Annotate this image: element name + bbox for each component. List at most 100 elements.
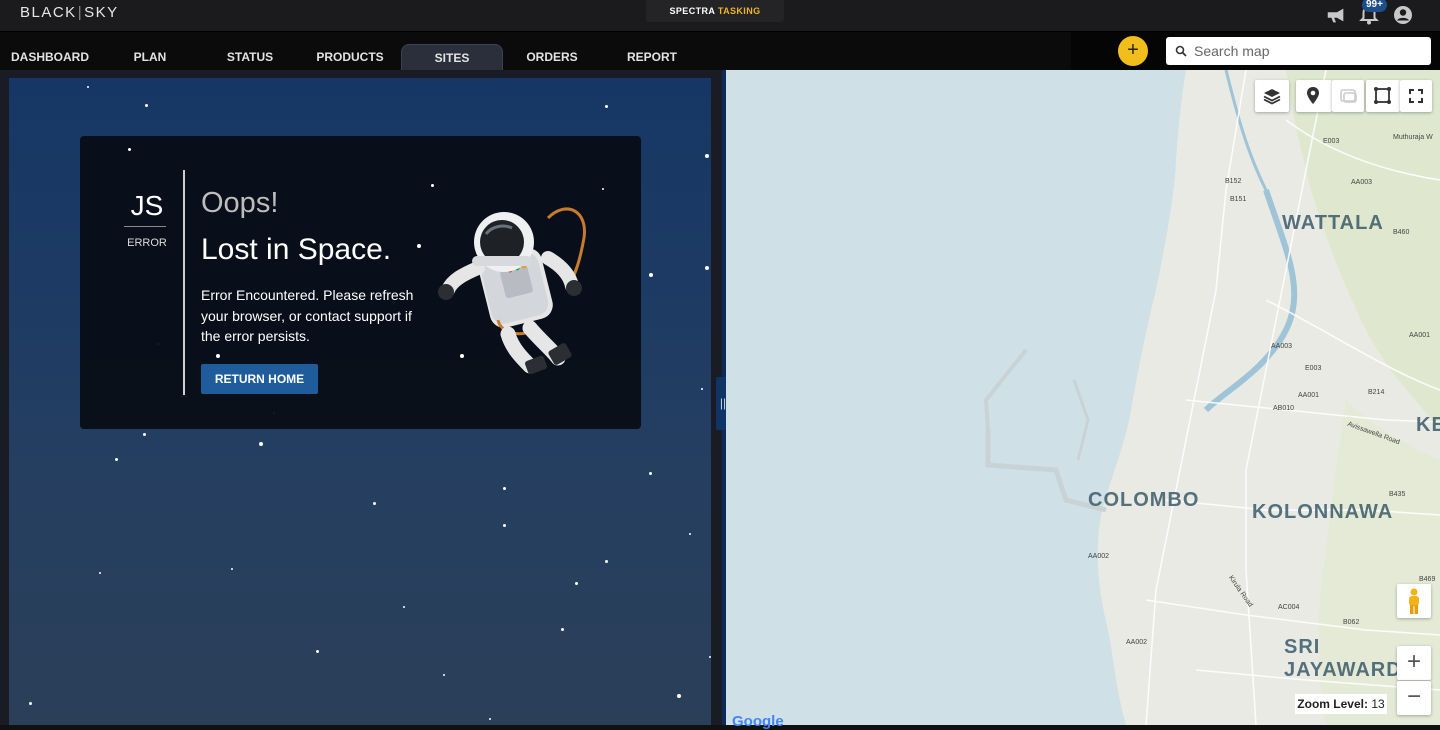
road-label: E003 bbox=[1305, 365, 1322, 372]
draw-area-icon bbox=[1374, 87, 1391, 104]
star bbox=[709, 656, 711, 658]
star bbox=[701, 388, 703, 390]
search-icon bbox=[1175, 45, 1187, 57]
fullscreen-icon bbox=[1409, 89, 1423, 103]
tab-sites[interactable]: SITES bbox=[401, 44, 503, 70]
tab-orders[interactable]: ORDERS bbox=[506, 44, 598, 70]
road-label: B152 bbox=[1225, 178, 1242, 185]
tab-products[interactable]: PRODUCTS bbox=[304, 44, 396, 70]
star bbox=[677, 694, 681, 698]
star bbox=[316, 650, 319, 653]
fullscreen-button[interactable] bbox=[1400, 80, 1432, 112]
pin-icon bbox=[1307, 87, 1319, 104]
road-label: AA002 bbox=[1126, 639, 1148, 646]
tab-status[interactable]: STATUS bbox=[204, 44, 296, 70]
star bbox=[443, 674, 445, 676]
logo-sky: SKY bbox=[84, 4, 119, 21]
layers-button[interactable] bbox=[1255, 80, 1289, 112]
megaphone-icon[interactable] bbox=[1325, 4, 1347, 26]
road-label: B214 bbox=[1368, 389, 1385, 396]
star bbox=[231, 568, 233, 570]
return-home-button[interactable]: RETURN HOME bbox=[201, 364, 318, 394]
star bbox=[115, 458, 118, 461]
star bbox=[489, 718, 491, 720]
logo-separator: | bbox=[77, 4, 84, 21]
map-label-kolonnawa: KOLONNAWA bbox=[1252, 501, 1394, 523]
road-label: AC004 bbox=[1278, 604, 1300, 611]
road-label: AA003 bbox=[1271, 343, 1293, 350]
product-name: SPECTRA TASKING bbox=[646, 6, 784, 16]
zoom-in-button[interactable]: + bbox=[1397, 646, 1431, 680]
zoom-out-button[interactable]: − bbox=[1397, 681, 1431, 715]
star bbox=[143, 433, 146, 436]
map-label-wattala: WATTALA bbox=[1282, 212, 1384, 234]
draw-area-button[interactable] bbox=[1366, 80, 1400, 112]
star bbox=[605, 560, 608, 563]
astronaut-illustration bbox=[438, 207, 586, 374]
star bbox=[403, 606, 405, 608]
search-map[interactable] bbox=[1166, 37, 1431, 65]
blacksky-logo[interactable]: BLACK|SKY bbox=[20, 4, 119, 21]
star bbox=[87, 86, 89, 88]
star bbox=[705, 154, 709, 158]
zoom-level-value: 13 bbox=[1371, 697, 1385, 711]
road-label: AA003 bbox=[1351, 179, 1373, 186]
imagery-icon bbox=[1340, 89, 1357, 103]
top-bar: BLACK|SKY SPECTRA TASKING bbox=[0, 0, 1440, 32]
star bbox=[216, 354, 220, 358]
product-prefix: SPECTRA bbox=[669, 6, 715, 16]
notification-badge: 99+ bbox=[1362, 0, 1387, 12]
user-avatar-icon[interactable] bbox=[1392, 4, 1414, 26]
star bbox=[705, 266, 709, 270]
error-code: JS bbox=[130, 190, 164, 221]
tab-plan[interactable]: PLAN bbox=[104, 44, 196, 70]
map-label-ke: KE bbox=[1416, 414, 1440, 436]
star bbox=[99, 572, 101, 574]
road-label: AB010 bbox=[1273, 405, 1295, 412]
star bbox=[29, 702, 32, 705]
star bbox=[128, 148, 131, 151]
road-label: Muthuraja W bbox=[1393, 134, 1433, 141]
error-subtitle: Lost in Space. bbox=[201, 233, 392, 266]
logo-black: BLACK bbox=[20, 4, 77, 21]
add-button[interactable]: + bbox=[1118, 36, 1148, 66]
product-switcher[interactable]: SPECTRA TASKING bbox=[646, 0, 784, 22]
error-code-underline bbox=[124, 226, 166, 227]
error-message: Error Encountered. Please refresh your b… bbox=[201, 287, 414, 344]
error-code-label: ERROR bbox=[127, 237, 167, 249]
tab-dashboard[interactable]: DASHBOARD bbox=[4, 44, 96, 70]
star bbox=[689, 533, 691, 535]
zoom-level-indicator: Zoom Level: 13 bbox=[1295, 694, 1387, 714]
star bbox=[145, 104, 148, 107]
star bbox=[431, 184, 434, 187]
road-label: B151 bbox=[1230, 196, 1247, 203]
star bbox=[373, 502, 376, 505]
star bbox=[259, 442, 263, 446]
star bbox=[561, 628, 564, 631]
star bbox=[605, 105, 608, 108]
error-divider bbox=[183, 170, 185, 395]
road-label: B469 bbox=[1419, 576, 1436, 583]
search-input[interactable] bbox=[1194, 41, 1424, 61]
street-view-button[interactable] bbox=[1397, 584, 1431, 618]
map-canvas bbox=[983, 70, 1440, 725]
google-attribution: Google bbox=[732, 713, 784, 730]
road-label: B062 bbox=[1343, 619, 1360, 626]
road-label: B435 bbox=[1389, 491, 1406, 498]
pegman-icon bbox=[1409, 588, 1419, 614]
road-label: AA001 bbox=[1298, 392, 1320, 399]
star bbox=[503, 524, 506, 527]
pin-button[interactable] bbox=[1296, 80, 1332, 112]
star bbox=[575, 582, 578, 585]
road-label: E003 bbox=[1323, 138, 1340, 145]
error-title: Oops! bbox=[201, 187, 279, 219]
road-label: AA001 bbox=[1409, 332, 1431, 339]
star bbox=[503, 487, 506, 490]
tab-report[interactable]: REPORT bbox=[606, 44, 698, 70]
star bbox=[417, 244, 421, 248]
star bbox=[649, 273, 653, 277]
road-label: B460 bbox=[1393, 229, 1410, 236]
imagery-button[interactable] bbox=[1332, 80, 1364, 112]
map-label-colombo: COLOMBO bbox=[1088, 489, 1200, 511]
map-view[interactable]: WATTALA COLOMBO KOLONNAWA SRI JAYAWARD K… bbox=[726, 70, 1440, 725]
